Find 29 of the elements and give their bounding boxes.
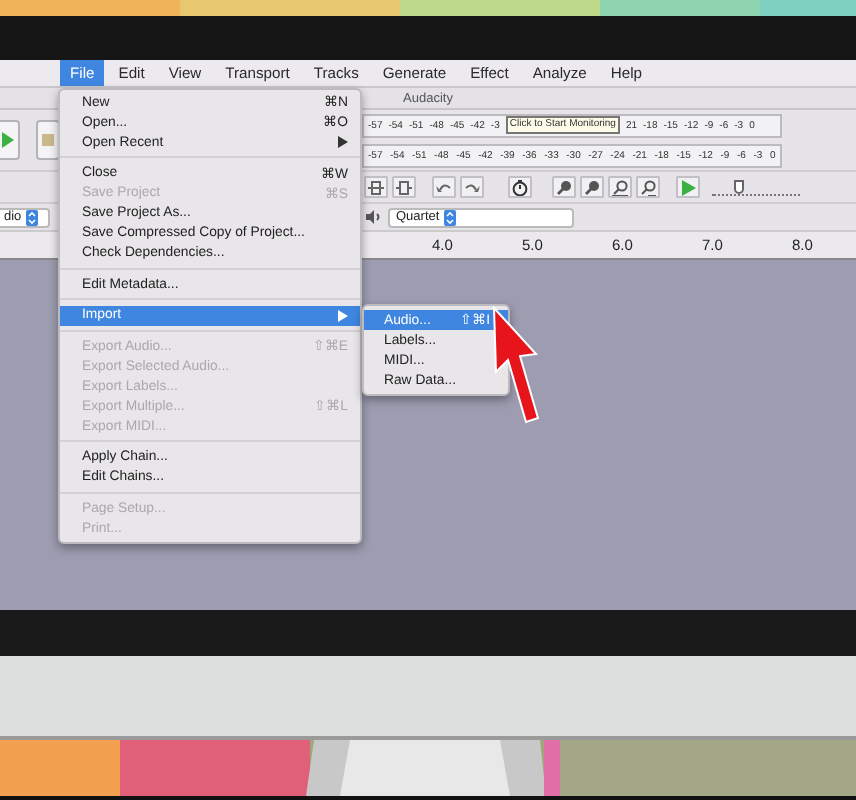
zoom-in-icon <box>556 179 572 195</box>
submenu-arrow-icon <box>338 309 348 321</box>
zoom-fit-icon <box>612 179 628 195</box>
zoom-toggle-button[interactable] <box>636 176 660 198</box>
speaker-icon <box>366 210 382 224</box>
zoom-out-icon <box>584 179 600 195</box>
trim-button[interactable] <box>364 176 388 198</box>
timer-icon <box>512 179 528 195</box>
stepper-icon <box>443 209 456 225</box>
slider-thumb[interactable] <box>734 180 745 194</box>
play-icon <box>2 132 14 148</box>
undo-button[interactable] <box>432 176 456 198</box>
trim-icon <box>368 179 384 195</box>
undo-icon <box>436 179 452 195</box>
play-icon <box>680 179 696 195</box>
timer-button[interactable] <box>508 176 532 198</box>
zoom-in-button[interactable] <box>552 176 576 198</box>
silence-icon <box>396 179 412 195</box>
stop-icon <box>42 134 54 146</box>
silence-button[interactable] <box>392 176 416 198</box>
zoom-fit-button[interactable] <box>608 176 632 198</box>
zoom-toggle-icon <box>640 179 656 195</box>
play-button[interactable] <box>0 120 20 160</box>
zoom-out-button[interactable] <box>580 176 604 198</box>
stepper-icon <box>25 209 38 225</box>
redo-icon <box>464 179 480 195</box>
submenu-arrow-icon <box>338 136 348 148</box>
redo-button[interactable] <box>460 176 484 198</box>
speed-slider[interactable] <box>712 178 800 196</box>
